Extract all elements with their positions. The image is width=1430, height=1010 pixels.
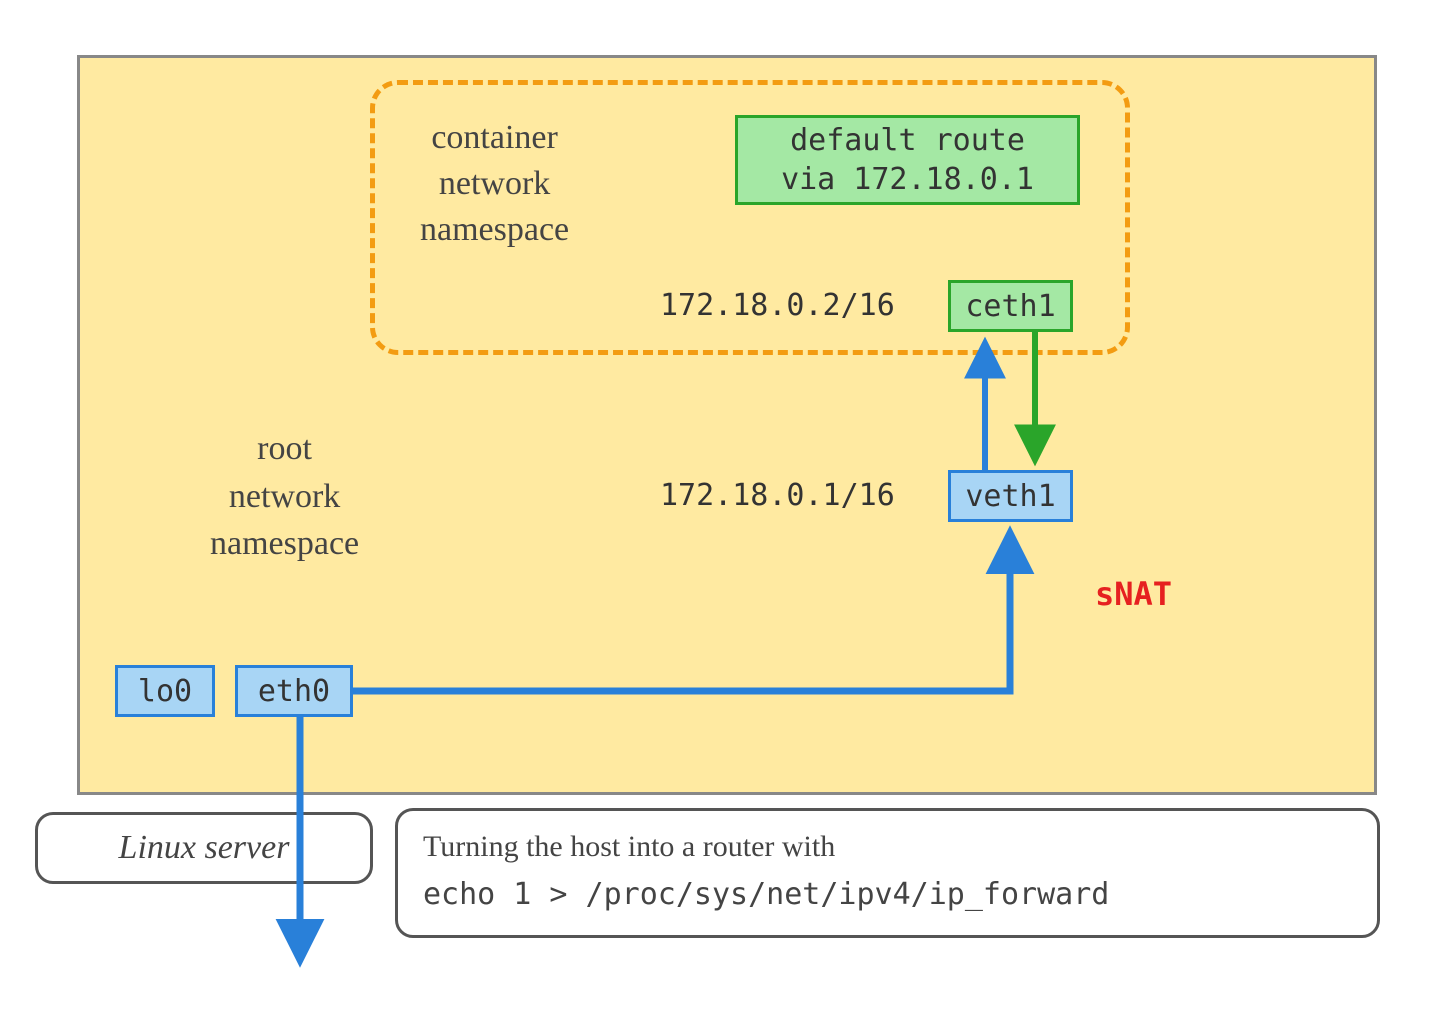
router-note: Turning the host into a router with echo… bbox=[395, 808, 1380, 938]
snat-label: sNAT bbox=[1095, 575, 1172, 613]
server-label: Linux server bbox=[35, 812, 373, 884]
veth-interface: veth1 bbox=[948, 470, 1073, 522]
default-route-box: default route via 172.18.0.1 bbox=[735, 115, 1080, 205]
text: network bbox=[229, 478, 340, 515]
text: via 172.18.0.1 bbox=[781, 162, 1034, 197]
text: network bbox=[439, 165, 550, 202]
command-text: echo 1 > /proc/sys/net/ipv4/ip_forward bbox=[423, 877, 1109, 912]
root-namespace-label: root network namespace bbox=[210, 425, 359, 568]
text: default route bbox=[790, 123, 1025, 158]
ceth-interface: ceth1 bbox=[948, 280, 1073, 332]
container-namespace-label: container network namespace bbox=[420, 115, 569, 253]
ceth-ip-label: 172.18.0.2/16 bbox=[660, 288, 895, 323]
text: Turning the host into a router with bbox=[423, 830, 835, 863]
text: namespace bbox=[420, 211, 569, 248]
veth-ip-label: 172.18.0.1/16 bbox=[660, 478, 895, 513]
text: namespace bbox=[210, 525, 359, 562]
lo-interface: lo0 bbox=[115, 665, 215, 717]
eth-interface: eth0 bbox=[235, 665, 353, 717]
text: root bbox=[257, 430, 312, 467]
text: container bbox=[431, 119, 558, 156]
